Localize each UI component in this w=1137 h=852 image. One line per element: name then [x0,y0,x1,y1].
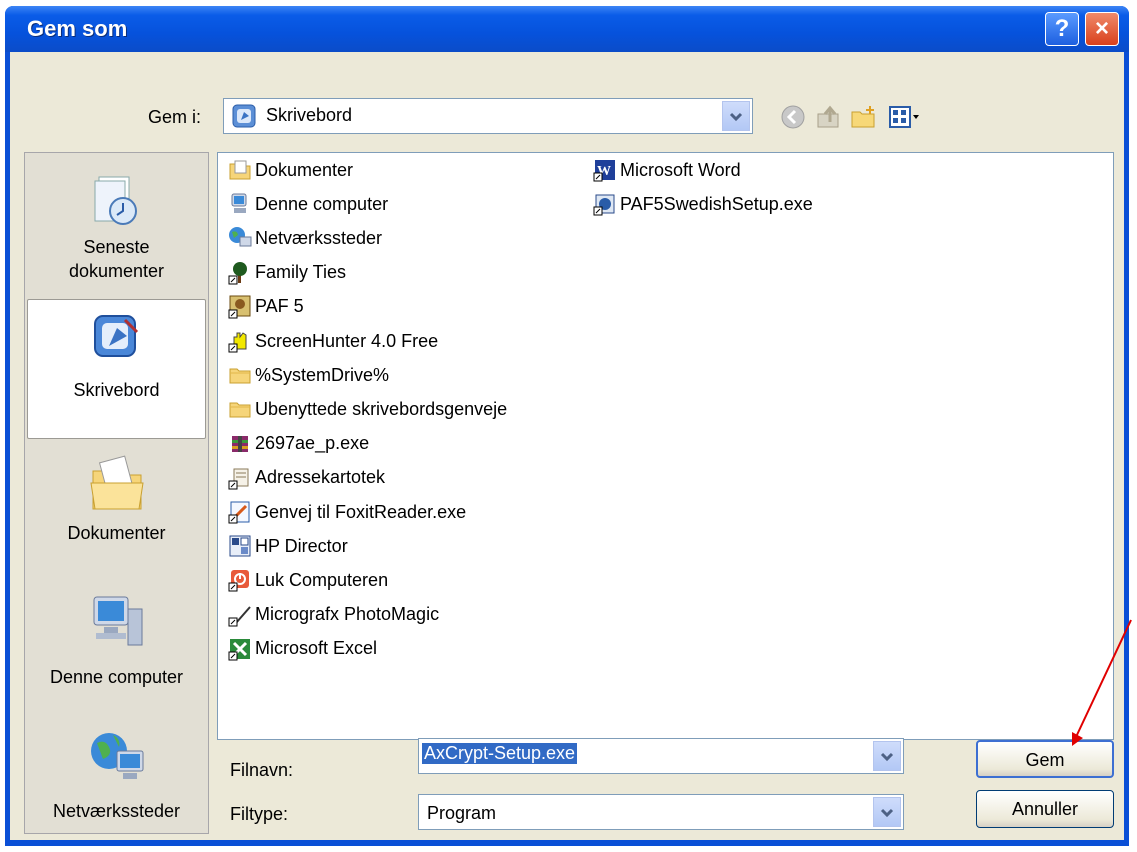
annotation-arrow [1072,619,1132,746]
